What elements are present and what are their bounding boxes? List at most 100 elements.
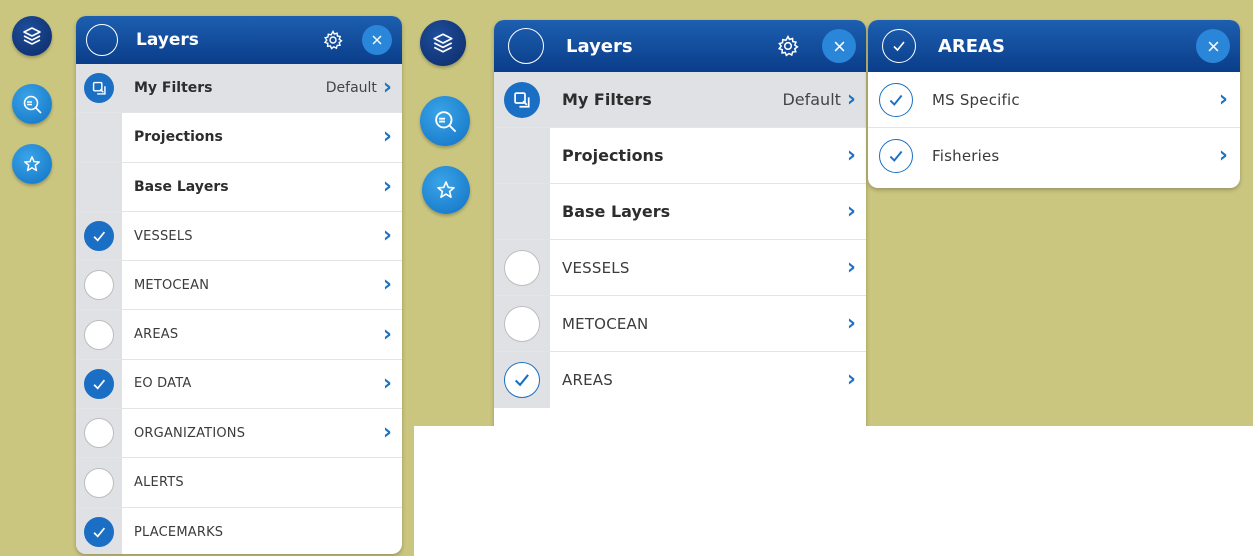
layer-item-label: AREAS <box>562 371 613 389</box>
close-icon <box>1208 41 1218 51</box>
chevron-right-icon: › <box>846 254 856 280</box>
my-filters-label: My Filters <box>562 90 652 109</box>
close-button[interactable] <box>362 25 392 55</box>
check-icon <box>93 231 105 242</box>
favorites-rail-button[interactable] <box>422 166 470 214</box>
layer-checkbox[interactable] <box>84 270 114 301</box>
projections-row[interactable]: Projections › <box>76 113 402 163</box>
layers-panel-header: Layers <box>76 16 402 64</box>
select-all-toggle[interactable] <box>882 29 916 63</box>
my-filters-button[interactable] <box>504 81 540 118</box>
chevron-right-icon: › <box>382 370 392 396</box>
euro-search-icon <box>435 111 457 133</box>
layer-checkbox[interactable] <box>504 305 540 342</box>
settings-button[interactable] <box>772 30 804 62</box>
layer-checkbox[interactable] <box>84 517 114 548</box>
layer-item-label: VESSELS <box>562 258 630 277</box>
layers-panel-header: Layers <box>494 20 866 72</box>
star-icon <box>437 181 455 198</box>
projections-row[interactable]: Projections › <box>494 128 866 184</box>
layer-item-label: METOCEAN <box>134 277 210 293</box>
search-rail-button[interactable] <box>420 96 470 146</box>
my-filters-button[interactable] <box>84 73 114 104</box>
panel-title: Layers <box>566 35 633 57</box>
projections-label: Projections <box>134 129 223 146</box>
layer-item-label: VESSELS <box>134 228 193 244</box>
chevron-right-icon: › <box>1218 86 1228 112</box>
settings-button[interactable] <box>318 25 348 55</box>
close-icon <box>372 35 382 45</box>
area-item[interactable]: Fisheries › <box>868 128 1240 184</box>
layer-checkbox[interactable] <box>84 319 114 350</box>
chevron-right-icon: › <box>1218 143 1228 168</box>
areas-panel-header: AREAS <box>868 20 1240 72</box>
layers-panel-2: Layers My Filters Default › Projections … <box>494 20 866 460</box>
base-layers-row[interactable]: Base Layers › <box>76 162 402 212</box>
area-checkbox[interactable] <box>879 139 913 173</box>
close-button[interactable] <box>822 29 856 63</box>
area-checkbox[interactable] <box>879 82 913 117</box>
chevron-right-icon: › <box>382 124 392 150</box>
favorites-rail-button[interactable] <box>12 144 52 184</box>
star-icon <box>24 156 40 172</box>
my-filters-value: Default <box>325 80 377 97</box>
my-filters-row[interactable]: My Filters Default › <box>76 64 402 114</box>
chevron-right-icon: › <box>382 321 392 347</box>
layer-item[interactable]: AREAS › <box>494 352 866 408</box>
layer-item[interactable]: METOCEAN › <box>494 296 866 352</box>
layers-rail-button[interactable] <box>420 20 466 66</box>
layer-item[interactable]: ORGANIZATIONS › <box>76 409 402 459</box>
check-icon <box>93 379 105 390</box>
gear-icon <box>777 35 799 57</box>
layer-item[interactable]: ALERTS <box>76 458 402 508</box>
layer-item[interactable]: METOCEAN › <box>76 261 402 311</box>
chevron-right-icon: › <box>382 223 392 249</box>
layer-item-label: ALERTS <box>134 475 184 491</box>
check-icon <box>889 150 903 162</box>
layer-item[interactable]: VESSELS › <box>76 211 402 262</box>
layer-checkbox[interactable] <box>84 221 114 252</box>
select-all-toggle[interactable] <box>508 28 544 64</box>
chevron-right-icon: › <box>382 272 392 298</box>
layer-item-label: PLACEMARKS <box>134 524 224 540</box>
my-filters-label: My Filters <box>134 80 213 97</box>
base-layers-label: Base Layers <box>134 178 229 195</box>
chevron-right-icon: › <box>382 75 392 101</box>
layer-item-label: ORGANIZATIONS <box>134 425 246 441</box>
layer-checkbox[interactable] <box>84 368 114 399</box>
search-rail-button[interactable] <box>12 84 52 124</box>
layer-item-label: METOCEAN <box>562 314 649 333</box>
base-layers-row[interactable]: Base Layers › <box>494 184 866 240</box>
panel-title: Layers <box>136 30 199 50</box>
layer-checkbox[interactable] <box>504 362 540 398</box>
layer-checkbox[interactable] <box>84 467 114 498</box>
layer-item[interactable]: VESSELS › <box>494 240 866 296</box>
area-item-label: MS Specific <box>932 90 1020 109</box>
layer-item[interactable]: PLACEMARKS <box>76 507 402 554</box>
my-filters-row[interactable]: My Filters Default › <box>494 72 866 128</box>
layer-checkbox[interactable] <box>504 249 540 286</box>
layer-item-label: EO DATA <box>134 376 192 392</box>
panel-title: AREAS <box>938 35 1005 57</box>
base-layers-label: Base Layers <box>562 202 671 221</box>
area-item[interactable]: MS Specific › <box>868 72 1240 128</box>
layer-item[interactable]: EO DATA › <box>76 359 402 410</box>
gear-icon <box>323 30 343 50</box>
my-filters-value: Default <box>782 90 841 109</box>
blank-area <box>414 426 1253 556</box>
select-all-toggle[interactable] <box>86 24 118 56</box>
close-button[interactable] <box>1196 29 1230 63</box>
check-icon <box>93 527 105 538</box>
layer-item-label: AREAS <box>134 327 179 343</box>
areas-panel: AREAS MS Specific › Fisheries › <box>868 20 1240 188</box>
chevron-right-icon: › <box>382 173 392 199</box>
chevron-right-icon: › <box>846 198 856 224</box>
layer-checkbox[interactable] <box>84 418 114 449</box>
area-item-label: Fisheries <box>932 147 1000 165</box>
layers-rail-button[interactable] <box>12 16 52 56</box>
layer-item[interactable]: AREAS › <box>76 310 402 360</box>
check-icon <box>889 94 903 106</box>
filter-icon <box>92 81 106 95</box>
layers-icon <box>433 33 453 53</box>
check-icon <box>515 374 529 387</box>
